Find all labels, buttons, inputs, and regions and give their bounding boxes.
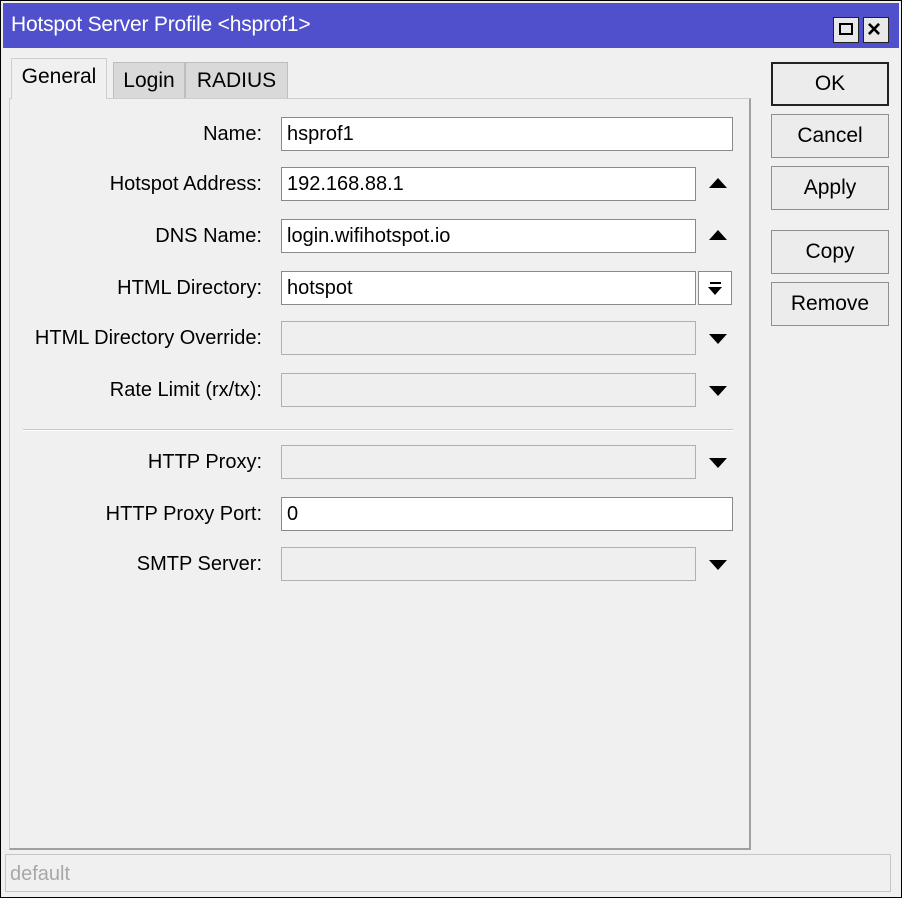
http-proxy-input[interactable] [281, 445, 696, 479]
smtp-server-input[interactable] [281, 547, 696, 581]
cancel-button[interactable]: Cancel [771, 114, 889, 158]
triangle-down-icon[interactable] [700, 445, 736, 479]
dns-name-label: DNS Name: [155, 225, 262, 247]
http-proxy-port-row: HTTP Proxy Port: 0 [10, 497, 750, 531]
remove-button[interactable]: Remove [771, 282, 889, 326]
triangle-up-icon[interactable] [700, 219, 736, 253]
html-directory-input[interactable]: hotspot [281, 271, 696, 305]
close-icon[interactable]: × [863, 16, 889, 43]
apply-button[interactable]: Apply [771, 166, 889, 210]
html-directory-label: HTML Directory: [117, 277, 262, 299]
http-proxy-port-label: HTTP Proxy Port: [105, 503, 262, 525]
hotspot-address-row: Hotspot Address: 192.168.88.1 [10, 167, 750, 201]
maximize-icon[interactable] [833, 17, 859, 43]
window-title: Hotspot Server Profile <hsprof1> [11, 13, 311, 36]
rate-limit-row: Rate Limit (rx/tx): [10, 373, 750, 407]
name-row: Name: hsprof1 [10, 117, 750, 151]
smtp-server-label: SMTP Server: [136, 553, 262, 575]
rate-limit-input[interactable] [281, 373, 696, 407]
http-proxy-label: HTTP Proxy: [147, 451, 262, 473]
ok-button[interactable]: OK [771, 62, 889, 106]
triangle-up-icon[interactable] [700, 167, 736, 201]
dns-name-input[interactable]: login.wifihotspot.io [281, 219, 696, 253]
dropdown-arrow-icon[interactable] [698, 271, 732, 305]
name-label: Name: [203, 123, 262, 145]
triangle-down-icon[interactable] [700, 547, 736, 581]
tab-login[interactable]: Login [113, 62, 185, 98]
tab-radius[interactable]: RADIUS [185, 62, 288, 98]
triangle-down-icon[interactable] [700, 373, 736, 407]
hotspot-address-input[interactable]: 192.168.88.1 [281, 167, 696, 201]
html-directory-override-label: HTML Directory Override: [34, 327, 262, 349]
rate-limit-label: Rate Limit (rx/tx): [109, 379, 262, 401]
html-directory-override-input[interactable] [281, 321, 696, 355]
smtp-server-row: SMTP Server: [10, 547, 750, 581]
separator [23, 429, 733, 431]
triangle-down-icon[interactable] [700, 321, 736, 355]
html-directory-row: HTML Directory: hotspot [10, 271, 750, 305]
http-proxy-row: HTTP Proxy: [10, 445, 750, 479]
dns-name-row: DNS Name: login.wifihotspot.io [10, 219, 750, 253]
general-panel: Name: hsprof1 Hotspot Address: 192.168.8… [9, 98, 751, 850]
status-text: default [10, 863, 71, 885]
html-directory-override-row: HTML Directory Override: [10, 321, 750, 355]
http-proxy-port-input[interactable]: 0 [281, 497, 733, 531]
status-bar: default [5, 854, 891, 892]
tab-general[interactable]: General [11, 58, 107, 99]
dialog-window: Hotspot Server Profile <hsprof1> × Gener… [0, 0, 902, 898]
hotspot-address-label: Hotspot Address: [109, 173, 262, 195]
name-input[interactable]: hsprof1 [281, 117, 733, 151]
title-bar[interactable]: Hotspot Server Profile <hsprof1> × [3, 3, 899, 48]
copy-button[interactable]: Copy [771, 230, 889, 274]
